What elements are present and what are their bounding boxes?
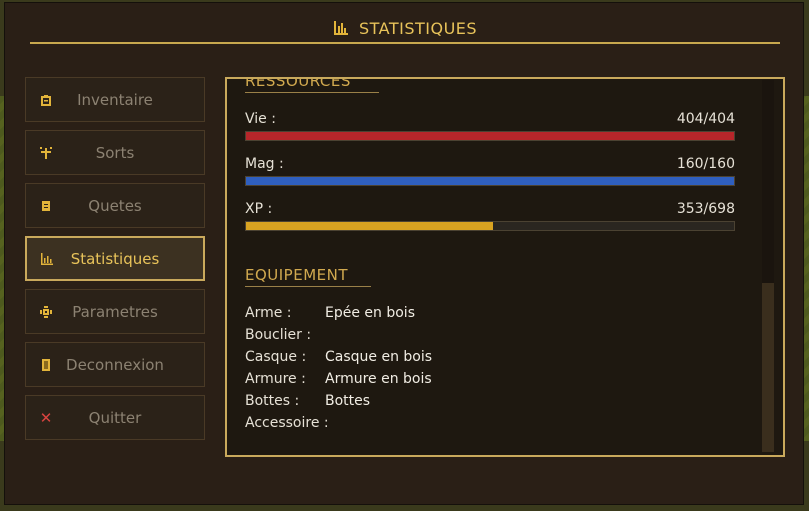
health-bar-fill [246, 132, 734, 140]
equip-value-bottes: Bottes [325, 393, 371, 409]
nav-item-label: Parametres [72, 302, 158, 321]
nav-item-deconnexion[interactable]: Deconnexion [25, 342, 205, 387]
nav-item-label: Inventaire [77, 90, 153, 109]
nav-item-label: Quetes [88, 196, 142, 215]
equip-value-casque: Casque en bois [325, 349, 433, 365]
scroll-icon [39, 199, 53, 213]
sidebar-nav: Inventaire Sorts Quetes Statistiques Par… [25, 77, 205, 448]
xp-bar [245, 221, 735, 231]
panel-scrollbar[interactable] [762, 80, 774, 452]
equip-label-armure: Armure : [245, 371, 306, 387]
equip-label-bouclier: Bouclier : [245, 327, 312, 343]
stat-value-xp: 353/698 [676, 201, 735, 217]
backpack-icon [39, 93, 53, 107]
nav-item-label: Deconnexion [66, 355, 164, 374]
nav-item-label: Quitter [88, 408, 142, 427]
bar-chart-icon [333, 20, 349, 36]
stat-label-mag: Mag : [245, 156, 284, 172]
nav-item-label: Sorts [95, 143, 135, 162]
stat-label-vie: Vie : [245, 111, 276, 127]
mana-bar-fill [246, 177, 734, 185]
equip-label-casque: Casque : [245, 349, 307, 365]
stat-value-vie: 404/404 [676, 111, 735, 127]
nav-item-label: Statistiques [70, 249, 160, 268]
stat-value-mag: 160/160 [676, 156, 735, 172]
scrollbar-thumb[interactable] [762, 283, 774, 452]
health-bar [245, 131, 735, 141]
nav-item-inventaire[interactable]: Inventaire [25, 77, 205, 122]
close-icon: ✕ [39, 408, 53, 427]
equip-value-arme: Epée en bois [325, 305, 415, 321]
equip-value-armure: Armure en bois [325, 371, 432, 387]
mana-bar [245, 176, 735, 186]
xp-bar-fill [246, 222, 493, 230]
page-title: STATISTIQUES [358, 18, 478, 38]
nav-item-quetes[interactable]: Quetes [25, 183, 205, 228]
spell-icon [39, 146, 53, 160]
nav-item-quitter[interactable]: ✕ Quitter [25, 395, 205, 440]
stat-label-xp: XP : [245, 201, 273, 217]
nav-item-parametres[interactable]: Parametres [25, 289, 205, 334]
section-title-equipement: EQUIPEMENT [245, 266, 371, 287]
equip-label-accessoire: Accessoire : [245, 415, 329, 431]
equip-label-arme: Arme : [245, 305, 292, 321]
page-header: STATISTIQUES [30, 14, 780, 44]
door-icon [39, 358, 53, 372]
nav-item-statistiques[interactable]: Statistiques [25, 236, 205, 281]
nav-item-sorts[interactable]: Sorts [25, 130, 205, 175]
gear-icon [39, 305, 53, 319]
bar-chart-icon [40, 252, 54, 266]
equip-label-bottes: Bottes : [245, 393, 300, 409]
